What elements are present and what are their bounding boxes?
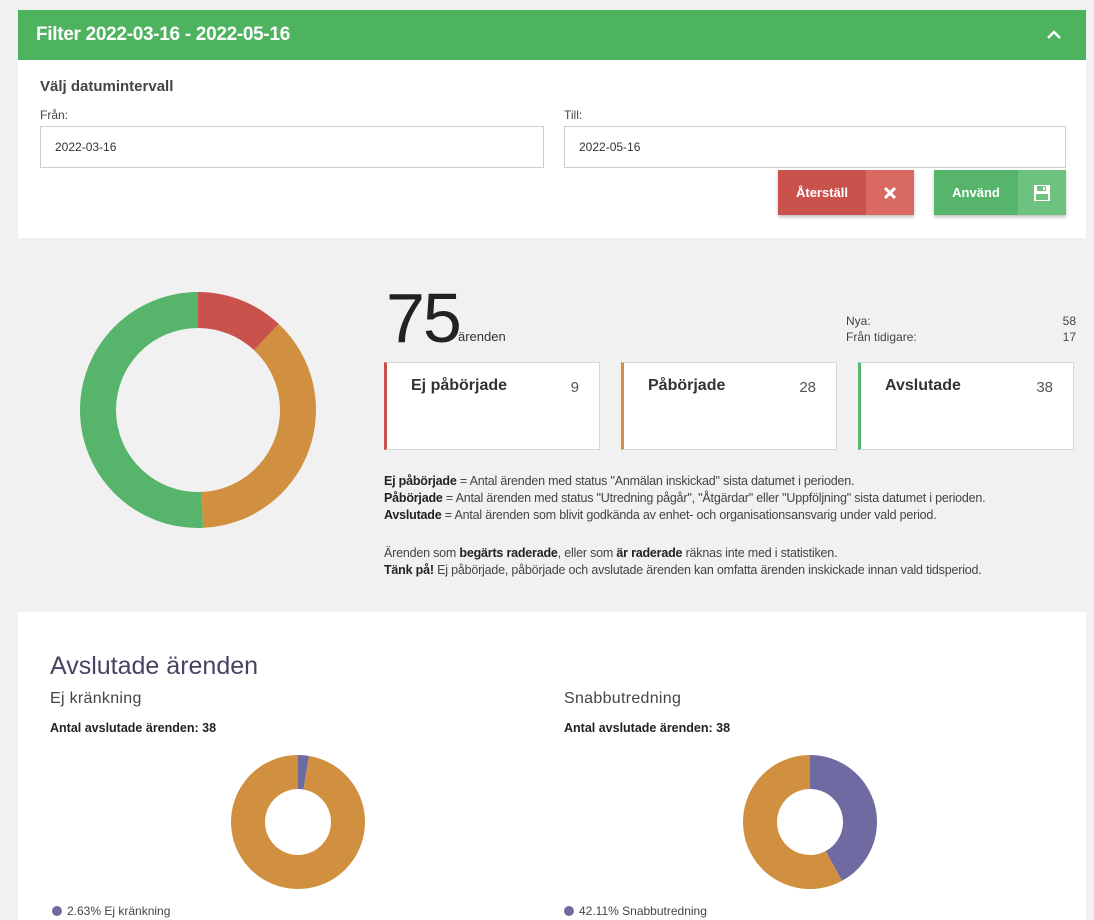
previous-value: 17 (1062, 330, 1076, 344)
to-label: Till: (564, 108, 583, 122)
note-deleted: Ärenden som begärts raderade, eller som … (384, 546, 838, 560)
card-label: Påbörjade (648, 377, 726, 394)
apply-button-label: Använd (952, 185, 1000, 200)
filter-title: Filter 2022-03-16 - 2022-05-16 (36, 24, 290, 45)
slice-closed[interactable] (79, 292, 203, 528)
chevron-up-icon[interactable] (1040, 21, 1068, 49)
reset-button-label: Återställ (795, 185, 849, 200)
card-value: 9 (570, 379, 579, 396)
chart-legend-item[interactable]: 2.63% Ej kränkning (52, 904, 170, 918)
to-date-input[interactable] (564, 126, 1066, 168)
overview-section: 75 ärenden Nya: 58 Från tidigare: 17 Ej … (18, 238, 1086, 610)
filter-header[interactable]: Filter 2022-03-16 - 2022-05-16 (18, 10, 1086, 60)
slice-started[interactable] (201, 323, 317, 528)
new-value: 58 (1062, 314, 1076, 328)
filter-panel: Filter 2022-03-16 - 2022-05-16 Välj datu… (18, 10, 1086, 238)
filter-body: Välj datumintervall Från: Till: Återstäl… (18, 60, 1086, 238)
chart-legend-label: 42.11% Snabbutredning (579, 904, 707, 918)
chart-count: Antal avslutade ärenden: 38 (564, 721, 731, 735)
legend-dot-icon (52, 906, 62, 916)
legend-line-closed: Avslutade = Antal ärenden som blivit god… (384, 508, 937, 522)
chart-count: Antal avslutade ärenden: 38 (50, 721, 217, 735)
card-started[interactable]: Påbörjade 28 (621, 362, 837, 450)
no-violation-donut-chart (230, 755, 365, 889)
chart-subtitle: Ej kränkning (50, 690, 142, 707)
chart-legend-item[interactable]: 42.11% Snabbutredning (564, 904, 707, 918)
chart-legend-label: 2.63% Ej kränkning (67, 904, 171, 918)
legend-line-not-started: Ej påbörjade = Antal ärenden med status … (384, 474, 855, 488)
save-icon (1018, 170, 1066, 215)
status-donut-chart (79, 292, 317, 528)
closed-cases-title: Avslutade ärenden (50, 652, 259, 680)
slice-other[interactable] (230, 755, 365, 889)
card-closed[interactable]: Avslutade 38 (858, 362, 1074, 450)
card-value: 38 (1036, 379, 1053, 396)
card-label: Avslutade (885, 377, 961, 394)
card-value: 28 (799, 379, 816, 396)
card-label: Ej påbörjade (411, 377, 508, 394)
from-date-input[interactable] (40, 126, 544, 168)
closed-cases-section: Avslutade ärenden Ej kränkning Antal avs… (18, 612, 1086, 920)
from-label: Från: (40, 108, 69, 122)
previous-label: Från tidigare: (846, 330, 917, 344)
new-label: Nya: (846, 314, 871, 328)
date-range-label: Välj datumintervall (40, 78, 174, 95)
reset-button[interactable]: Återställ (778, 170, 914, 215)
quick-investigation-donut-chart (743, 755, 877, 889)
close-icon (866, 170, 914, 215)
chart-subtitle: Snabbutredning (564, 690, 682, 707)
apply-button[interactable]: Använd (934, 170, 1066, 215)
card-not-started[interactable]: Ej påbörjade 9 (384, 362, 600, 450)
legend-dot-icon (564, 906, 574, 916)
note-think: Tänk på! Ej påbörjade, påbörjade och avs… (384, 563, 982, 577)
legend-line-started: Påbörjade = Antal ärenden med status "Ut… (384, 491, 986, 505)
total-count: 75 (386, 279, 462, 357)
total-unit: ärenden (458, 329, 506, 344)
